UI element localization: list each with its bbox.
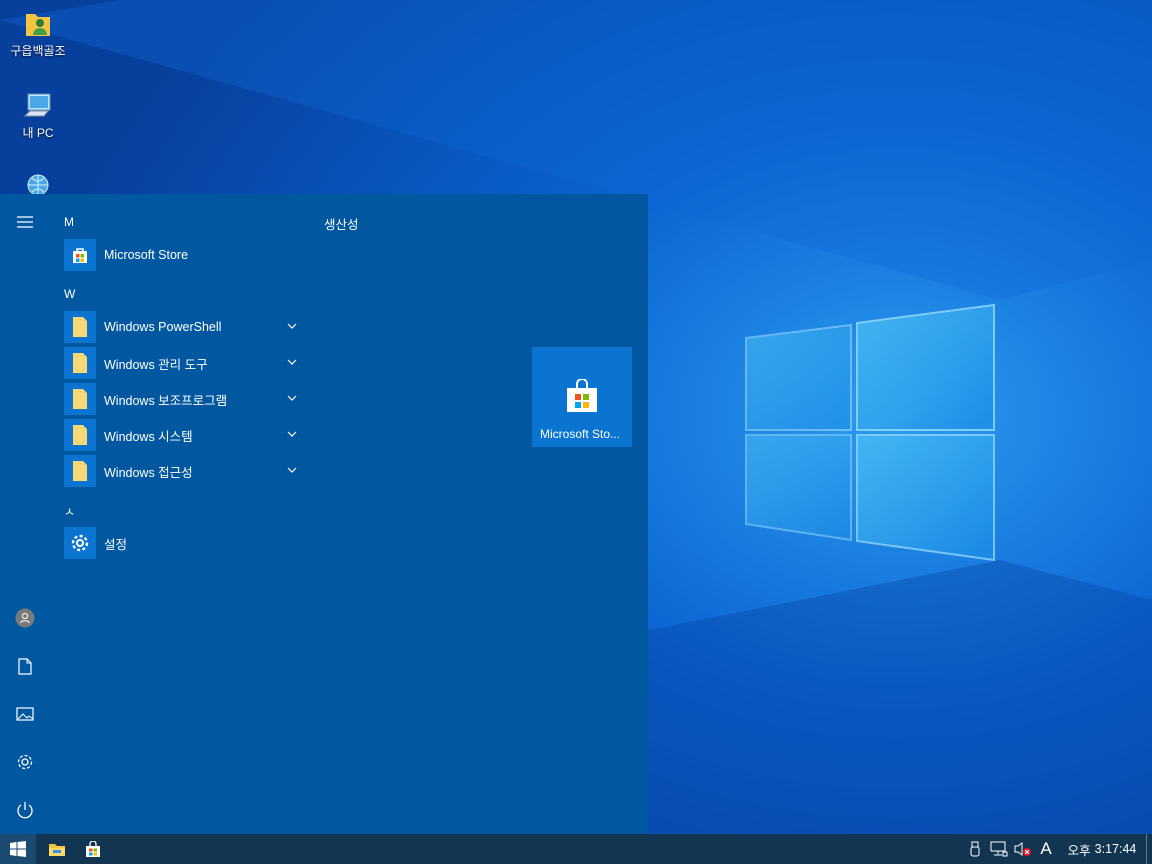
folder-icon	[64, 419, 96, 451]
chevron-down-icon[interactable]	[286, 356, 298, 368]
folder-icon	[64, 383, 96, 415]
gear-icon	[64, 527, 96, 559]
store-icon	[567, 379, 597, 412]
file-explorer-icon	[49, 844, 65, 856]
app-windows-accessibility[interactable]: Windows 접근성	[64, 454, 300, 488]
tile-microsoft-store[interactable]: Microsoft Sto...	[532, 347, 632, 447]
app-label: Windows 접근성	[104, 465, 193, 480]
store-taskbar-button[interactable]	[76, 834, 110, 864]
app-windows-system[interactable]: Windows 시스템	[64, 418, 300, 452]
group-letter-w[interactable]: W	[64, 287, 75, 301]
usb-tray-button[interactable]	[966, 834, 984, 864]
app-label: Windows PowerShell	[104, 320, 222, 334]
user-folder-icon	[22, 8, 54, 40]
taskbar: A 오후 3:17:44	[0, 834, 1152, 864]
app-microsoft-store[interactable]: Microsoft Store	[64, 238, 300, 272]
app-label: Windows 관리 도구	[104, 357, 208, 372]
settings-icon	[17, 754, 33, 770]
tile-label: Microsoft Sto...	[540, 427, 621, 441]
app-windows-admin-tools[interactable]: Windows 관리 도구	[64, 346, 300, 380]
computer-icon	[22, 90, 54, 122]
clock-ampm: 오후	[1067, 843, 1091, 858]
power-icon	[17, 802, 33, 819]
chevron-down-icon[interactable]	[286, 320, 298, 332]
input-method-indicator[interactable]: A	[1036, 834, 1056, 864]
usb-device-icon	[970, 841, 980, 857]
network-icon	[990, 841, 1008, 857]
folder-icon	[64, 455, 96, 487]
group-letter-s[interactable]: ㅅ	[64, 503, 75, 520]
app-label: Windows 시스템	[104, 429, 193, 444]
start-icon	[10, 841, 26, 857]
app-windows-powershell[interactable]: Windows PowerShell	[64, 310, 300, 344]
pictures-icon	[16, 707, 34, 721]
documents-button[interactable]	[0, 644, 50, 688]
settings-button[interactable]	[0, 740, 50, 784]
expand-menu-button[interactable]	[0, 200, 50, 244]
start-button[interactable]	[0, 834, 36, 864]
folder-icon	[64, 311, 96, 343]
store-icon	[86, 840, 100, 857]
user-icon	[15, 608, 35, 628]
store-icon	[64, 239, 96, 271]
desktop-icon-label: 내 PC	[22, 126, 54, 140]
folder-icon	[64, 347, 96, 379]
start-rail	[0, 194, 50, 834]
tiles-group-header[interactable]: 생산성	[324, 214, 359, 233]
start-menu: M Microsoft Store W Windows PowerShell W…	[0, 194, 648, 834]
chevron-down-icon[interactable]	[286, 428, 298, 440]
app-settings[interactable]: 설정	[64, 526, 300, 560]
chevron-down-icon[interactable]	[286, 464, 298, 476]
power-button[interactable]	[0, 788, 50, 832]
hamburger-icon	[17, 216, 33, 228]
pictures-button[interactable]	[0, 692, 50, 736]
volume-muted-icon	[1014, 842, 1031, 856]
clock-time: 3:17:44	[1094, 842, 1137, 856]
document-icon	[18, 657, 32, 675]
desktop-icon-label: 구읍백골조	[10, 44, 66, 58]
clock[interactable]: 오후 3:17:44	[1064, 834, 1140, 864]
app-label: 설정	[104, 537, 128, 552]
app-label: Microsoft Store	[104, 248, 189, 262]
chevron-down-icon[interactable]	[286, 392, 298, 404]
desktop-icon-user-folder[interactable]: 구읍백골조	[0, 8, 76, 59]
app-list: M Microsoft Store W Windows PowerShell W…	[50, 194, 310, 834]
group-letter-m[interactable]: M	[64, 215, 74, 229]
file-explorer-button[interactable]	[40, 834, 74, 864]
app-windows-accessories[interactable]: Windows 보조프로그램	[64, 382, 300, 416]
account-button[interactable]	[0, 596, 50, 640]
app-label: Windows 보조프로그램	[104, 393, 228, 408]
desktop-icon-this-pc[interactable]: 내 PC	[0, 90, 76, 141]
show-desktop-button[interactable]	[1147, 834, 1152, 864]
volume-tray-button[interactable]	[1012, 834, 1034, 864]
network-tray-button[interactable]	[988, 834, 1010, 864]
